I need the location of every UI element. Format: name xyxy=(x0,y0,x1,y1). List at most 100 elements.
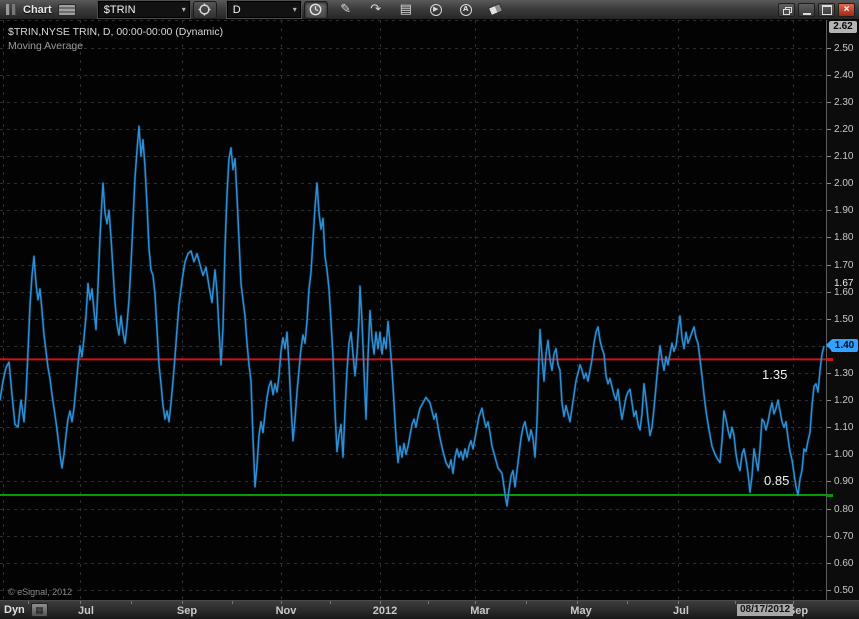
y-axis-tick xyxy=(827,454,831,455)
alert-panel-button[interactable]: ▤ xyxy=(394,1,418,19)
restore-icon xyxy=(783,7,791,14)
play-icon: ▶ xyxy=(430,4,442,16)
y-axis-label: 0.50 xyxy=(834,585,853,596)
legend-symbol-line[interactable]: $TRIN,NYSE TRIN, D, 00:00-00:00 (Dynamic… xyxy=(8,25,223,39)
y-axis-label: 1.00 xyxy=(834,449,853,460)
draw-pencil-button[interactable]: ✎ xyxy=(334,1,358,19)
x-axis-label: Jul xyxy=(673,605,689,617)
play-circle-button[interactable]: ▶ xyxy=(424,1,448,19)
x-axis-tick xyxy=(428,601,429,604)
y-axis-label: 2.30 xyxy=(834,97,853,108)
chart-plot-area[interactable]: $TRIN,NYSE TRIN, D, 00:00-00:00 (Dynamic… xyxy=(0,20,826,600)
legend-study-line[interactable]: Moving Average xyxy=(8,39,223,53)
y-axis-label: 1.30 xyxy=(834,368,853,379)
y-axis-label: 0.70 xyxy=(834,531,853,542)
y-axis-tick xyxy=(827,563,831,564)
auto-icon: A xyxy=(460,4,472,16)
y-axis-tick xyxy=(827,210,831,211)
y-axis-tick xyxy=(827,75,831,76)
chevron-down-icon[interactable]: ▾ xyxy=(182,6,186,14)
x-axis-tick xyxy=(475,601,476,604)
time-interval-button[interactable] xyxy=(304,1,328,19)
y-axis-label: 2.40 xyxy=(834,70,853,81)
target-icon xyxy=(198,3,211,16)
x-axis-label: Sep xyxy=(177,605,197,617)
auto-scale-button[interactable]: A xyxy=(454,1,478,19)
x-axis-label: May xyxy=(570,605,591,617)
x-axis-tick xyxy=(627,601,628,604)
window-title: Chart xyxy=(23,4,52,16)
y-axis-label: 2.00 xyxy=(834,178,853,189)
y-axis-tick xyxy=(827,536,831,537)
y-axis-label: 1.80 xyxy=(834,232,853,243)
minimize-button[interactable] xyxy=(798,3,815,17)
restore-button[interactable] xyxy=(778,3,795,17)
y-axis-label: 2.10 xyxy=(834,151,853,162)
minimize-icon xyxy=(803,13,811,15)
redo-arrow-button[interactable]: ↷ xyxy=(364,1,388,19)
y-axis-label: 1.70 xyxy=(834,260,853,271)
y-axis-label: 2.50 xyxy=(834,43,853,54)
x-axis-tick xyxy=(793,601,794,604)
threshold-label[interactable]: 0.85 xyxy=(764,473,789,488)
y-axis-tick xyxy=(827,156,831,157)
y-axis-tick xyxy=(827,102,831,103)
x-axis-tick xyxy=(80,601,81,604)
x-axis-tick xyxy=(678,601,679,604)
x-axis-label: Jul xyxy=(78,605,94,617)
y-axis-tick xyxy=(827,481,831,482)
copyright-label: © eSignal, 2012 xyxy=(8,587,72,597)
y-axis-tick xyxy=(827,590,831,591)
y-axis-tick xyxy=(827,183,831,184)
x-axis-label: Mar xyxy=(470,605,490,617)
chart-window: Chart $TRIN ▾ D ▾ ✎ xyxy=(0,0,859,619)
eraser-button[interactable] xyxy=(484,1,508,19)
price-plot[interactable] xyxy=(0,20,826,600)
time-axis[interactable]: Dyn ▦ 08/17/2012 JulSepNov2012MarMayJulS… xyxy=(0,600,859,619)
symbol-lookup-button[interactable] xyxy=(193,1,217,19)
x-axis-tick xyxy=(735,601,736,604)
y-axis-tick xyxy=(827,292,831,293)
x-axis-tick xyxy=(330,601,331,604)
price-axis[interactable]: 2.62 1.67 1.40 0.500.600.700.800.901.001… xyxy=(826,20,859,600)
y-axis-tick xyxy=(827,129,831,130)
x-axis-tick xyxy=(28,601,29,604)
maximize-icon xyxy=(822,5,832,15)
window-controls: × xyxy=(778,3,855,17)
last-price-badge: 1.40 xyxy=(831,339,858,352)
ma-value-label: 1.67 xyxy=(834,278,853,289)
green-line-axis-tick xyxy=(827,494,833,497)
symbol-combo[interactable]: $TRIN ▾ xyxy=(98,1,190,18)
threshold-label[interactable]: 1.35 xyxy=(762,367,787,382)
y-axis-label: 1.90 xyxy=(834,205,853,216)
clock-icon xyxy=(309,3,322,16)
high-value-badge: 2.62 xyxy=(829,21,857,33)
y-axis-tick xyxy=(827,237,831,238)
chevron-down-icon[interactable]: ▾ xyxy=(293,6,297,14)
y-axis-label: 1.50 xyxy=(834,314,853,325)
maximize-button[interactable] xyxy=(818,3,835,17)
window-grip-icon xyxy=(6,4,16,15)
x-axis-tick xyxy=(182,601,183,604)
interval-combo[interactable]: D ▾ xyxy=(227,1,301,18)
dyn-settings-button[interactable]: ▦ xyxy=(31,603,48,617)
y-axis-tick xyxy=(827,373,831,374)
y-axis-tick xyxy=(827,427,831,428)
red-line-axis-tick xyxy=(827,358,833,361)
x-axis-tick xyxy=(577,601,578,604)
x-axis-tick xyxy=(526,601,527,604)
eraser-icon xyxy=(488,3,504,17)
y-axis-label: 1.20 xyxy=(834,395,853,406)
x-axis-label: 2012 xyxy=(373,605,397,617)
y-axis-label: 0.80 xyxy=(834,504,853,515)
dyn-mode-label: Dyn xyxy=(4,604,25,616)
y-axis-label: 1.10 xyxy=(834,422,853,433)
titlebar: Chart $TRIN ▾ D ▾ ✎ xyxy=(0,0,859,20)
y-axis-tick xyxy=(827,265,831,266)
close-button[interactable]: × xyxy=(838,3,855,17)
x-axis-tick xyxy=(281,601,282,604)
selected-date-badge: 08/17/2012 xyxy=(737,604,793,616)
symbol-value: $TRIN xyxy=(104,4,136,16)
x-axis-tick xyxy=(131,601,132,604)
y-axis-label: 0.60 xyxy=(834,558,853,569)
